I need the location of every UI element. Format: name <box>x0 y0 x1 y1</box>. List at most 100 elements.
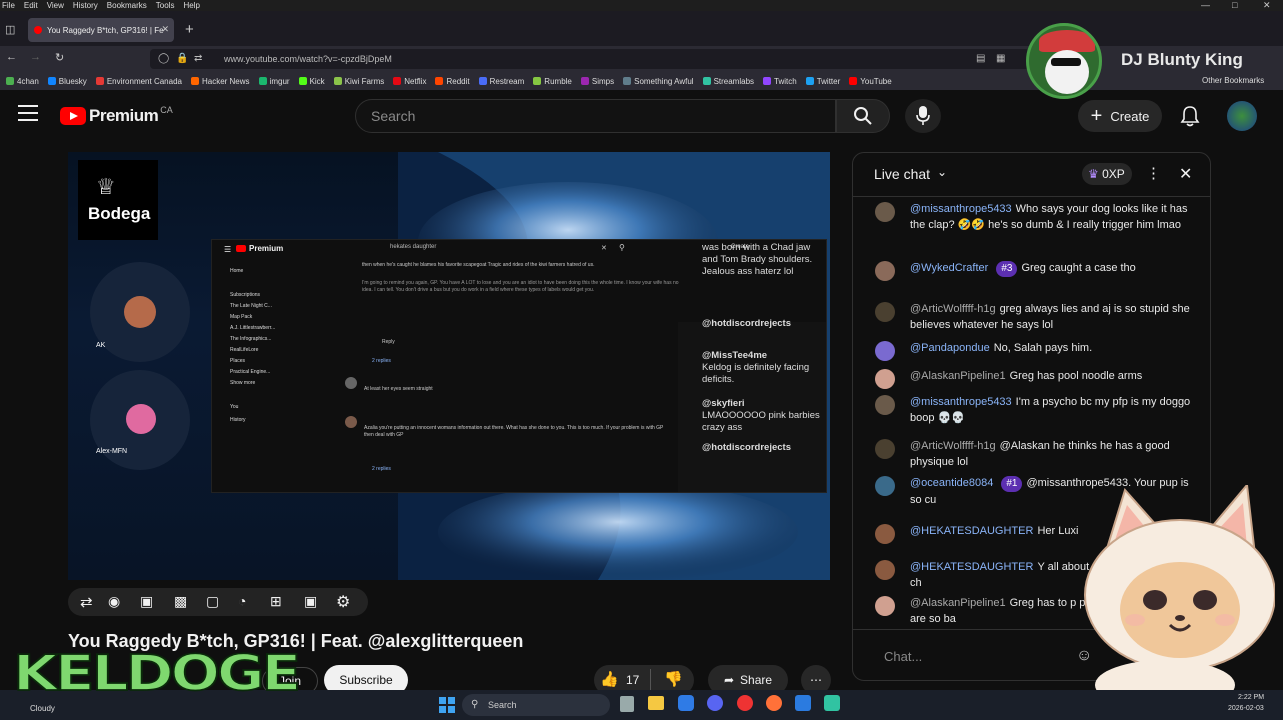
search-input[interactable]: Search <box>355 99 836 133</box>
chat-author[interactable]: @Pandapondue <box>910 342 990 354</box>
chat-avatar[interactable] <box>875 302 895 322</box>
tab-list-icon[interactable]: ◫ <box>5 23 15 36</box>
reader-view-icon[interactable]: ▤ <box>976 49 985 69</box>
captions-icon[interactable]: ▣ <box>140 593 153 610</box>
menu-hamburger-icon[interactable] <box>18 105 38 121</box>
snapshot-icon[interactable]: ▣ <box>304 593 317 610</box>
copilot-icon[interactable] <box>678 695 694 711</box>
new-tab-icon[interactable]: + <box>185 21 194 38</box>
chat-author[interactable]: @AlaskanPipeline1 <box>910 370 1006 382</box>
miniplayer-icon[interactable]: ▩ <box>174 593 187 610</box>
bookmark-item[interactable]: 4chan <box>6 77 39 86</box>
chat-avatar[interactable] <box>875 476 895 496</box>
active-tab[interactable]: You Raggedy B*tch, GP316! | Fe ✕ <box>28 18 174 42</box>
more-vert-icon[interactable]: ⋮ <box>1146 164 1161 182</box>
bookmark-item[interactable]: YouTube <box>849 77 892 86</box>
bookmark-item[interactable]: Twitch <box>763 77 797 86</box>
chat-author[interactable]: @missanthrope5433 <box>910 396 1012 408</box>
screenshot-icon[interactable]: ▦ <box>996 49 1005 69</box>
menu-history[interactable]: History <box>73 1 98 10</box>
bookmark-item[interactable]: Bluesky <box>47 77 87 86</box>
bookmark-item[interactable]: Kick <box>298 77 325 86</box>
bookmark-item[interactable]: Netflix <box>393 77 426 86</box>
menu-edit[interactable]: Edit <box>24 1 38 10</box>
chat-avatar[interactable] <box>875 341 895 361</box>
audio-icon[interactable]: ◉ <box>108 593 120 610</box>
like-thumb-icon[interactable]: 👍 <box>600 670 619 688</box>
settings-gear-icon[interactable]: ⚙ <box>336 592 350 612</box>
create-button[interactable]: + Create <box>1078 100 1162 132</box>
close-chat-icon[interactable]: ✕ <box>1179 164 1192 184</box>
menu-view[interactable]: View <box>47 1 64 10</box>
notifications-bell-icon[interactable] <box>1180 105 1200 127</box>
menu-tools[interactable]: Tools <box>156 1 175 10</box>
bookmark-item[interactable]: Twitter <box>805 77 840 86</box>
windows-start-icon[interactable] <box>439 697 455 713</box>
file-explorer-icon[interactable] <box>648 696 664 710</box>
search-button[interactable] <box>836 99 890 133</box>
minimize-icon[interactable]: — <box>1201 0 1210 10</box>
chat-avatar[interactable] <box>875 524 895 544</box>
discord-icon[interactable] <box>707 695 723 711</box>
live-chat-title[interactable]: Live chat <box>874 166 930 182</box>
chat-avatar[interactable] <box>875 369 895 389</box>
bookmark-item[interactable]: Kiwi Farms <box>333 77 384 86</box>
lock-icon[interactable]: 🔒 <box>176 49 188 69</box>
voice-search-button[interactable] <box>905 99 941 133</box>
add-clip-icon[interactable]: ⊞ <box>270 593 282 610</box>
chat-author[interactable]: @WykedCrafter <box>910 262 988 274</box>
task-view-icon[interactable] <box>620 696 634 712</box>
chat-avatar[interactable] <box>875 395 895 415</box>
loop-icon[interactable]: ⇄ <box>80 593 93 611</box>
bookmark-item[interactable]: Hacker News <box>190 77 250 86</box>
theater-icon[interactable]: ▢ <box>206 593 219 610</box>
bookmark-item[interactable]: Rumble <box>533 77 572 86</box>
dislike-thumb-icon[interactable]: 👎 <box>664 670 683 688</box>
bookmark-item[interactable]: Environment Canada <box>95 77 182 86</box>
chat-avatar[interactable] <box>875 261 895 281</box>
restore-icon[interactable]: □ <box>1232 0 1237 10</box>
chat-author[interactable]: @ArticWolffff-h1g <box>910 440 996 452</box>
shield-icon[interactable]: ◯ <box>158 49 169 69</box>
url-bar[interactable]: ◯ 🔒 ⇄ www.youtube.com/watch?v=-cpzdBjDpe… <box>150 49 1030 69</box>
speed-icon[interactable]: ◔ <box>238 593 246 609</box>
bookmark-item[interactable]: Restream <box>478 77 524 86</box>
bookmark-item[interactable]: Something Awful <box>623 77 694 86</box>
chat-avatar[interactable] <box>875 439 895 459</box>
forward-icon[interactable]: → <box>30 51 41 63</box>
chat-author[interactable]: @HEKATESDAUGHTER <box>910 561 1033 573</box>
bookmark-item[interactable]: Reddit <box>435 77 470 86</box>
other-bookmarks[interactable]: Other Bookmarks <box>1202 76 1264 85</box>
chat-input[interactable]: Chat... <box>872 643 1082 671</box>
menu-file[interactable]: File <box>2 1 15 10</box>
back-icon[interactable]: ← <box>6 51 17 63</box>
app-blue-icon[interactable] <box>795 695 811 711</box>
taskbar-search[interactable]: ⚲ Search <box>462 694 610 716</box>
bookmark-item[interactable]: imgur <box>258 77 290 86</box>
logo-region: CA <box>160 105 173 115</box>
chat-avatar[interactable] <box>875 202 895 222</box>
chat-author[interactable]: @HEKATESDAUGHTER <box>910 525 1033 537</box>
chat-author[interactable]: @ArticWolffff-h1g <box>910 303 996 315</box>
bookmark-item[interactable]: Simps <box>580 77 614 86</box>
streamlabs-icon[interactable] <box>824 695 840 711</box>
account-avatar[interactable] <box>1227 101 1257 131</box>
overlay-chat-message: @hotdiscordrejects <box>686 318 824 330</box>
menu-help[interactable]: Help <box>183 1 199 10</box>
reload-icon[interactable]: ↻ <box>55 51 64 64</box>
tab-close-icon[interactable]: ✕ <box>161 24 169 35</box>
chat-author[interactable]: @missanthrope5433 <box>910 203 1012 215</box>
chat-avatar[interactable] <box>875 596 895 616</box>
chat-avatar[interactable] <box>875 560 895 580</box>
chat-author[interactable]: @oceantide8084 <box>910 477 993 489</box>
menu-bookmarks[interactable]: Bookmarks <box>107 1 147 10</box>
chevron-down-icon[interactable]: ⌄ <box>937 165 947 179</box>
close-window-icon[interactable]: ✕ <box>1263 0 1271 11</box>
app-red-icon[interactable] <box>737 695 753 711</box>
xp-badge[interactable]: ♛ 0XP <box>1082 163 1132 185</box>
permissions-icon[interactable]: ⇄ <box>194 49 202 69</box>
chat-author[interactable]: @AlaskanPipeline1 <box>910 597 1006 609</box>
firefox-icon[interactable] <box>766 695 782 711</box>
youtube-logo[interactable]: Premium CA <box>60 105 173 126</box>
bookmark-item[interactable]: Streamlabs <box>702 77 754 86</box>
